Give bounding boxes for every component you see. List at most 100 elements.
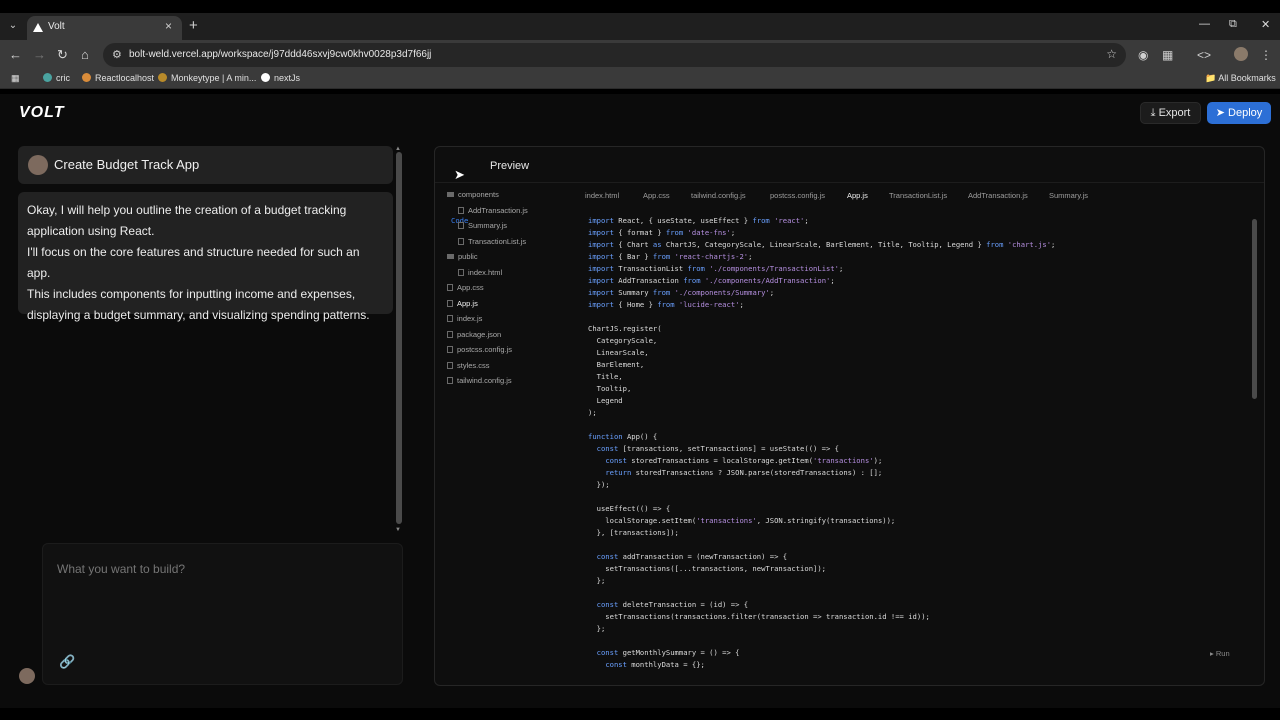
file-tab[interactable]: AddTransaction.js [968, 191, 1028, 200]
bookmark-item[interactable]: Monkeytype | A min... [158, 73, 256, 83]
url-text[interactable]: bolt-weld.vercel.app/workspace/j97ddd46s… [129, 49, 431, 60]
file-tab[interactable]: index.html [585, 191, 619, 200]
file-tree-file[interactable]: App.js [447, 299, 478, 308]
workbench-tabs: Code Preview ➤ [435, 147, 1264, 225]
message-line: Okay, I will help you outline the creati… [27, 203, 347, 217]
code-line: import React, { useState, useEffect } fr… [588, 216, 809, 225]
file-tab[interactable]: Summary.js [1049, 191, 1088, 200]
mouse-cursor-icon: ➤ [454, 167, 465, 182]
menu-kebab-icon[interactable]: ⋮ [1260, 48, 1272, 62]
bookmark-item[interactable]: cric [43, 73, 70, 83]
file-tree-folder[interactable]: components [447, 190, 499, 199]
prompt-box[interactable]: 🔗 [42, 543, 403, 685]
omnibox[interactable]: ⚙ bolt-weld.vercel.app/workspace/j97ddd4… [103, 43, 1126, 67]
file-tree-file[interactable]: AddTransaction.js [458, 206, 528, 215]
code-scrollbar[interactable] [1252, 215, 1258, 677]
workbench: Code Preview ➤ components AddTransaction.… [434, 146, 1265, 686]
chat-scrollbar[interactable]: ▲ ▼ [395, 146, 403, 534]
file-tab[interactable]: tailwind.config.js [691, 191, 746, 200]
profile-avatar[interactable] [1234, 47, 1248, 61]
bookmark-star-icon[interactable]: ☆ [1106, 47, 1117, 61]
code-line: import { Bar } from 'react-chartjs-2'; [588, 252, 753, 261]
file-tab[interactable]: TransactionList.js [889, 191, 947, 200]
forward-icon[interactable]: → [33, 47, 46, 62]
code-line: function App() { [588, 432, 658, 441]
bookmark-item[interactable]: Reactlocalhost [82, 73, 154, 83]
new-tab-icon[interactable]: + [189, 17, 198, 34]
code-line: setTransactions(transactions.filter(tran… [588, 612, 930, 621]
maximize-icon[interactable]: ⧉ [1229, 18, 1237, 31]
tab-search-icon[interactable]: ⌄ [5, 18, 21, 34]
tab-preview[interactable]: Preview [490, 160, 529, 172]
code-line: const storedTransactions = localStorage.… [605, 456, 883, 465]
file-tree-file[interactable]: index.js [447, 314, 482, 323]
file-tree-file[interactable]: App.css [447, 283, 484, 292]
file-tree-file[interactable]: tailwind.config.js [447, 376, 512, 385]
link-icon[interactable]: 🔗 [59, 654, 75, 670]
file-tree-file[interactable]: Summary.js [458, 221, 507, 230]
file-icon [458, 268, 464, 276]
user-avatar[interactable] [19, 668, 35, 684]
apps-grid-icon[interactable]: ▦ [11, 73, 20, 84]
code-line: }, [transactions]); [588, 528, 679, 537]
code-line: localStorage.setItem('transactions', JSO… [588, 516, 896, 525]
file-tree-file[interactable]: index.html [458, 268, 502, 277]
file-tab[interactable]: postcss.config.js [770, 191, 825, 200]
code-line: ChartJS.register( [588, 324, 662, 333]
message-line: displaying a budget summary, and visuali… [27, 308, 370, 322]
user-avatar [28, 155, 48, 175]
browser-tab[interactable]: Volt × [27, 16, 182, 40]
scroll-down-icon[interactable]: ▼ [395, 527, 401, 533]
run-button[interactable]: ▸ Run [1210, 649, 1230, 658]
message-line: I'll focus on the core features and stru… [27, 245, 360, 280]
puzzle-icon[interactable]: ▦ [1162, 48, 1173, 62]
code-line: import TransactionList from './component… [588, 264, 844, 273]
message-line: application using React. [27, 224, 155, 238]
code-line: BarElement, [588, 360, 645, 369]
file-icon [447, 330, 453, 338]
minimize-icon[interactable]: — [1199, 18, 1210, 30]
scroll-thumb[interactable] [396, 152, 402, 524]
close-window-icon[interactable]: ✕ [1261, 18, 1270, 31]
message-line: This includes components for inputting i… [27, 287, 356, 301]
file-tree-file[interactable]: postcss.config.js [447, 345, 512, 354]
code-line: const [transactions, setTransactions] = … [596, 444, 839, 453]
deploy-button[interactable]: ➤ Deploy [1207, 102, 1271, 124]
file-tree-file[interactable]: styles.css [447, 361, 490, 370]
chat-header: Create Budget Track App [18, 146, 393, 184]
bookmarks-bar: ▦ cric Reactlocalhost Monkeytype | A min… [0, 70, 1280, 89]
home-icon[interactable]: ⌂ [81, 47, 89, 62]
bookmark-item[interactable]: nextJs [261, 73, 300, 83]
code-editor[interactable]: import React, { useState, useEffect } fr… [588, 215, 1248, 671]
file-tab[interactable]: App.js [847, 191, 868, 200]
close-tab-icon[interactable]: × [165, 19, 172, 33]
folder-icon [447, 254, 454, 259]
tab-title: Volt [48, 21, 65, 32]
file-tree-folder[interactable]: public [447, 252, 478, 261]
export-button[interactable]: ⤓ Export [1140, 102, 1201, 124]
code-line: }; [588, 576, 606, 585]
nextjs-icon [261, 73, 270, 82]
file-tree-file[interactable]: TransactionList.js [458, 237, 526, 246]
extension-icon[interactable]: ◉ [1138, 48, 1148, 62]
file-tree-file[interactable]: package.json [447, 330, 501, 339]
scroll-thumb[interactable] [1252, 219, 1257, 399]
tab-strip: ⌄ Volt × + — ⧉ ✕ [0, 13, 1280, 40]
reload-icon[interactable]: ↻ [57, 47, 68, 63]
prompt-input[interactable] [57, 562, 387, 576]
devtools-icon[interactable]: <> [1197, 48, 1211, 62]
all-bookmarks[interactable]: 📁 All Bookmarks [1205, 73, 1276, 84]
code-line: import { format } from 'date-fns'; [588, 228, 736, 237]
code-line: useEffect(() => { [588, 504, 671, 513]
back-icon[interactable]: ← [9, 47, 22, 62]
file-tab[interactable]: App.css [643, 191, 670, 200]
site-info-icon[interactable]: ⚙ [112, 48, 122, 61]
code-line: }; [588, 624, 606, 633]
volt-logo[interactable]: VOLT [19, 104, 64, 122]
code-line: const deleteTransaction = (id) => { [596, 600, 749, 609]
file-icon [447, 315, 453, 322]
monkeytype-icon [158, 73, 167, 82]
